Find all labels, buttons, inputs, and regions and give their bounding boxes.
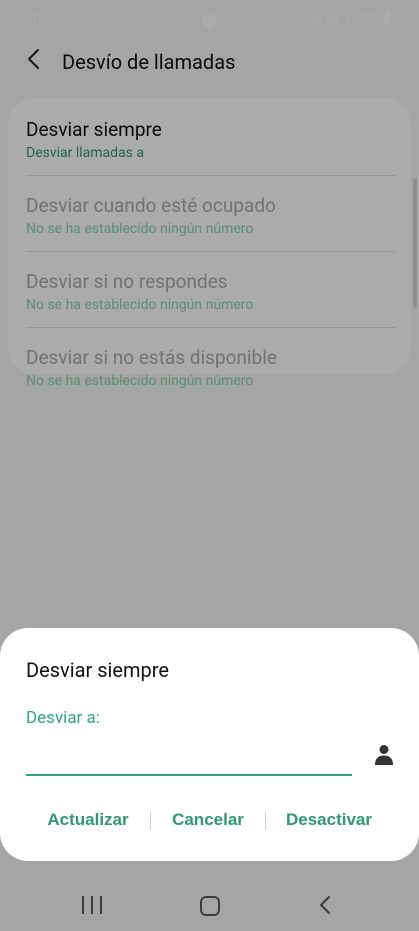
person-icon[interactable]: [372, 742, 396, 766]
button-separator: [150, 812, 151, 830]
forward-to-label: Desviar a:: [26, 708, 100, 728]
button-separator: [265, 812, 266, 830]
deactivate-button[interactable]: Desactivar: [280, 802, 378, 838]
dialog-buttons: Actualizar Cancelar Desactivar: [0, 802, 419, 838]
update-button[interactable]: Actualizar: [40, 802, 136, 838]
cancel-button[interactable]: Cancelar: [164, 802, 252, 838]
forward-number-input[interactable]: [26, 736, 352, 776]
dialog-title: Desviar siempre: [26, 658, 169, 682]
forward-always-dialog: Desviar siempre Desviar a: Actualizar Ca…: [0, 628, 419, 861]
